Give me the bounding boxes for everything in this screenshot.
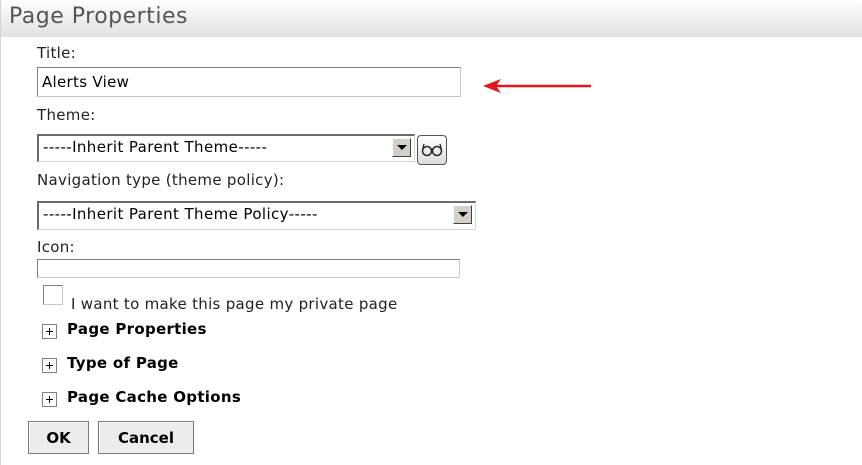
nav-type-label: Navigation type (theme policy): <box>37 171 285 189</box>
red-arrow-left-icon <box>483 79 591 93</box>
panel-title: Page Properties <box>9 4 188 29</box>
chevron-down-icon[interactable] <box>392 138 411 157</box>
section-page-cache-options[interactable]: Page Cache Options <box>67 388 241 406</box>
plus-expand-icon[interactable] <box>42 324 57 339</box>
nav-type-select[interactable]: -----Inherit Parent Theme Policy----- <box>37 201 476 230</box>
cancel-button[interactable]: Cancel <box>98 421 194 454</box>
theme-label: Theme: <box>37 106 96 124</box>
panel-header: Page Properties <box>1 0 862 37</box>
chevron-down-icon[interactable] <box>453 205 472 224</box>
title-input[interactable] <box>37 67 461 97</box>
plus-expand-icon[interactable] <box>42 358 57 373</box>
page-properties-panel: Page Properties Title: Theme: -----Inher… <box>0 0 862 465</box>
preview-theme-button[interactable] <box>417 135 447 165</box>
icon-label: Icon: <box>37 238 75 256</box>
section-page-properties[interactable]: Page Properties <box>67 320 207 338</box>
nav-type-select-value: -----Inherit Parent Theme Policy----- <box>43 205 318 223</box>
ok-button[interactable]: OK <box>28 421 89 454</box>
theme-select-value: -----Inherit Parent Theme----- <box>43 138 268 156</box>
title-label: Title: <box>37 44 76 62</box>
plus-expand-icon[interactable] <box>42 392 57 407</box>
glasses-icon <box>421 143 443 157</box>
private-page-checkbox[interactable] <box>43 285 63 305</box>
section-type-of-page[interactable]: Type of Page <box>67 354 179 372</box>
private-page-label: I want to make this page my private page <box>71 295 398 313</box>
theme-select[interactable]: -----Inherit Parent Theme----- <box>37 134 415 162</box>
icon-input[interactable] <box>37 259 460 278</box>
